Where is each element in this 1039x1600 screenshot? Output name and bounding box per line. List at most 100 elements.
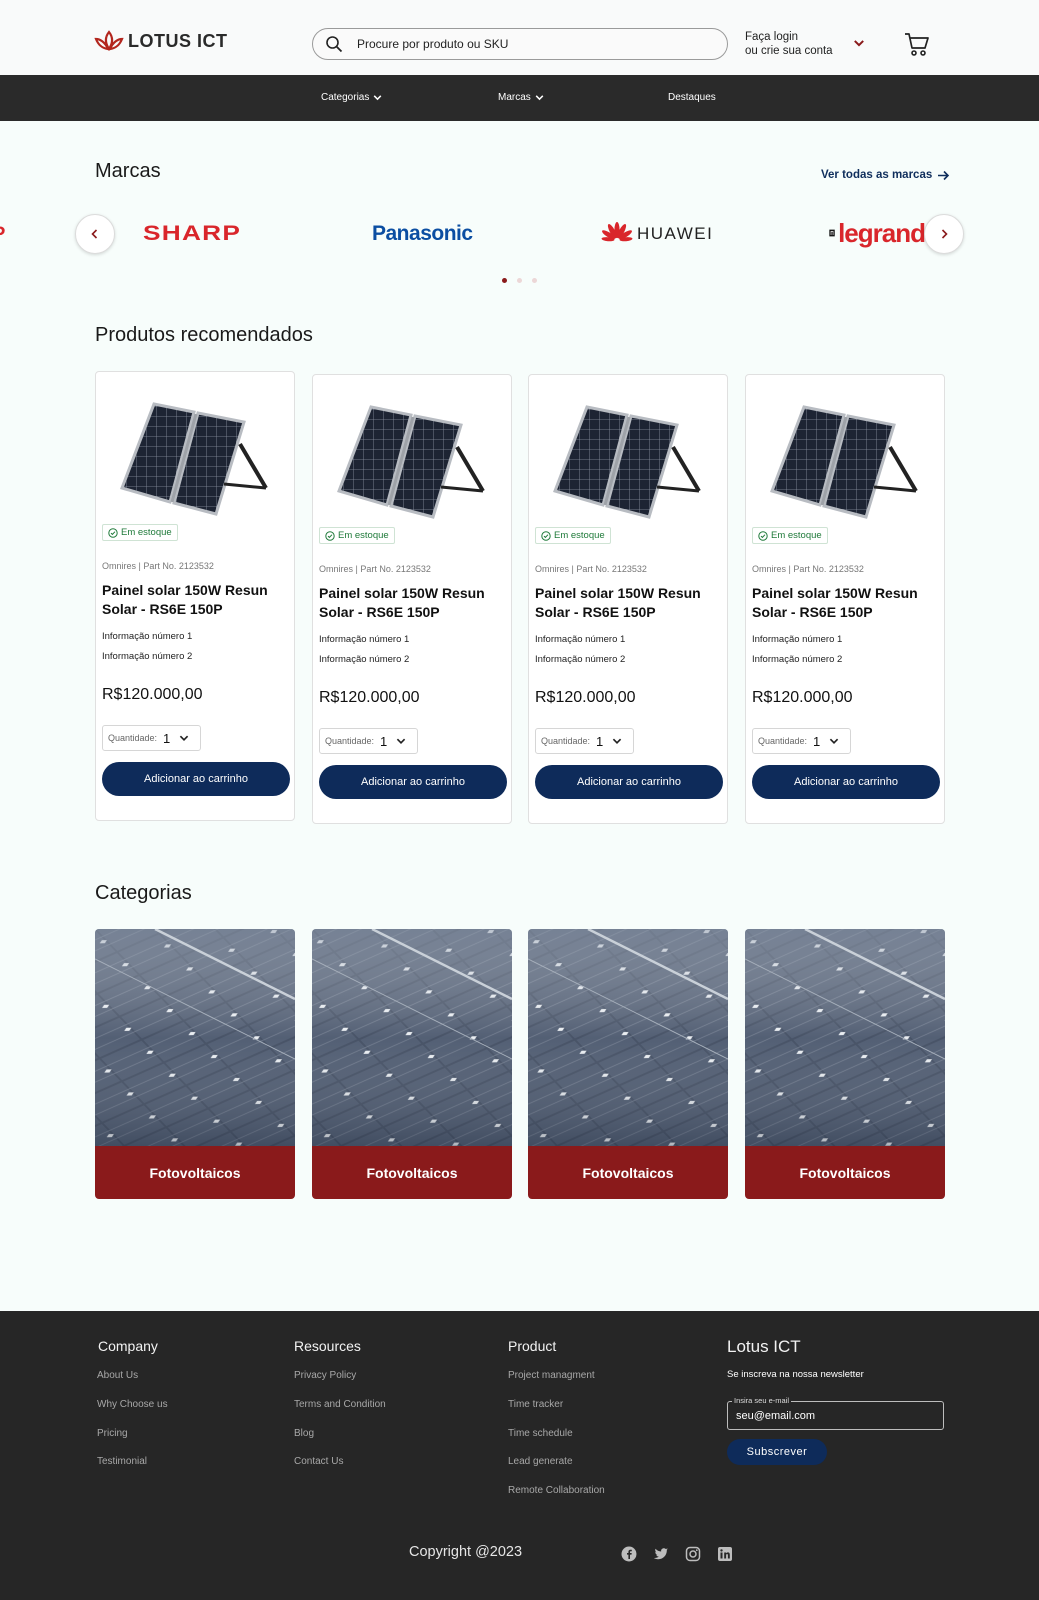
quantity-value: 1 xyxy=(163,730,171,746)
search-input[interactable] xyxy=(357,37,687,51)
add-to-cart-button[interactable]: Adicionar ao carrinho xyxy=(319,765,507,799)
footer-link-why-choose-us[interactable]: Why Choose us xyxy=(97,1399,168,1410)
nav-item-label: Categorias xyxy=(321,92,370,103)
category-image[interactable] xyxy=(312,929,512,1147)
footer-link-remote-collaboration[interactable]: Remote Collaboration xyxy=(508,1485,605,1496)
brand-logo-sharp[interactable]: SHARP xyxy=(143,222,240,246)
category-card[interactable]: Fotovoltaicos xyxy=(312,929,512,1199)
stock-label: Em estoque xyxy=(338,530,389,541)
quantity-value: 1 xyxy=(596,733,604,749)
login-line2: ou crie sua conta xyxy=(745,45,833,57)
nav-item-marcas[interactable]: Marcas xyxy=(498,92,545,103)
quantity-select[interactable]: Quantidade: 1 xyxy=(535,728,634,754)
footer-link-time-tracker[interactable]: Time tracker xyxy=(508,1399,563,1410)
product-image[interactable] xyxy=(766,399,926,529)
stock-label: Em estoque xyxy=(121,527,172,538)
footer-link-contact-us[interactable]: Contact Us xyxy=(294,1456,343,1467)
footer-link-pricing[interactable]: Pricing xyxy=(97,1428,128,1439)
products-title: Produtos recomendados xyxy=(95,324,313,346)
chevron-right-icon xyxy=(941,229,948,239)
categories-title: Categorias xyxy=(95,882,192,904)
twitter-icon[interactable] xyxy=(653,1546,669,1562)
product-card[interactable]: Em estoque Omnires | Part No. 2123532 Pain… xyxy=(95,371,295,821)
nav-item-label: Marcas xyxy=(498,92,531,103)
category-label: Fotovoltaicos xyxy=(745,1146,945,1199)
carousel-dot[interactable] xyxy=(532,278,537,283)
product-name[interactable]: Painel solar 150W Resun Solar - RS6E 150… xyxy=(752,584,940,622)
footer-link-time-schedule[interactable]: Time schedule xyxy=(508,1428,573,1439)
footer-link-testimonial[interactable]: Testimonial xyxy=(97,1456,147,1467)
huawei-flower-icon xyxy=(601,222,633,242)
part-number: Omnires | Part No. 2123532 xyxy=(102,561,214,571)
quantity-value: 1 xyxy=(813,733,821,749)
footer-link-privacy-policy[interactable]: Privacy Policy xyxy=(294,1370,356,1381)
carousel-dot[interactable] xyxy=(517,278,522,283)
category-image[interactable] xyxy=(745,929,945,1147)
quantity-label: Quantidade: xyxy=(541,736,591,746)
arrow-right-icon xyxy=(938,170,950,180)
brand-logo-legrand[interactable]: legrand xyxy=(829,218,925,248)
quantity-select[interactable]: Quantidade: 1 xyxy=(752,728,851,754)
chevron-down-icon xyxy=(828,735,840,747)
email-input[interactable] xyxy=(736,1410,936,1422)
quantity-select[interactable]: Quantidade: 1 xyxy=(319,728,418,754)
carousel-next-button[interactable] xyxy=(924,214,964,254)
login-link[interactable]: Faça login ou crie sua conta xyxy=(745,30,833,58)
footer-link-terms[interactable]: Terms and Condition xyxy=(294,1399,386,1410)
product-image[interactable] xyxy=(549,399,709,529)
see-all-brands-link[interactable]: Ver todas as marcas xyxy=(821,169,950,181)
product-card[interactable]: Em estoque Omnires | Part No. 2123532 Pain… xyxy=(745,374,945,824)
footer-link-lead-generate[interactable]: Lead generate xyxy=(508,1456,573,1467)
copyright-text: Copyright @2023 xyxy=(409,1544,523,1560)
lotus-logo[interactable]: LOTUS ICT xyxy=(94,30,228,52)
brand-logo-panasonic[interactable]: Panasonic xyxy=(372,222,473,246)
brand-logo-partial[interactable]: P xyxy=(0,222,22,246)
stock-badge: Em estoque xyxy=(319,527,395,544)
subscribe-button[interactable]: Subscrever xyxy=(727,1439,827,1465)
quantity-select[interactable]: Quantidade: 1 xyxy=(102,725,201,751)
cart-icon[interactable] xyxy=(903,30,931,58)
product-image[interactable] xyxy=(333,399,493,529)
product-image[interactable] xyxy=(116,396,276,526)
search-icon[interactable] xyxy=(325,35,343,53)
footer-link-about-us[interactable]: About Us xyxy=(97,1370,138,1381)
check-circle-icon xyxy=(541,530,551,541)
footer-link-blog[interactable]: Blog xyxy=(294,1428,314,1439)
carousel-dot-active[interactable] xyxy=(502,278,507,283)
product-card[interactable]: Em estoque Omnires | Part No. 2123532 Pain… xyxy=(312,374,512,824)
nav-item-categorias[interactable]: Categorias xyxy=(321,92,383,103)
see-all-label: Ver todas as marcas xyxy=(821,169,933,181)
part-number: Omnires | Part No. 2123532 xyxy=(752,564,864,574)
product-price: R$120.000,00 xyxy=(102,686,203,703)
footer-link-project-management[interactable]: Project managment xyxy=(508,1370,595,1381)
brand-logo-huawei[interactable]: HUAWEI xyxy=(601,222,713,246)
product-card[interactable]: Em estoque Omnires | Part No. 2123532 Pain… xyxy=(528,374,728,824)
login-line1: Faça login xyxy=(745,31,799,43)
facebook-icon[interactable] xyxy=(621,1546,637,1562)
add-to-cart-button[interactable]: Adicionar ao carrinho xyxy=(535,765,723,799)
category-card[interactable]: Fotovoltaicos xyxy=(528,929,728,1199)
newsletter-email-field[interactable]: Insira seu e-mail xyxy=(727,1396,944,1430)
category-card[interactable]: Fotovoltaicos xyxy=(745,929,945,1199)
instagram-icon[interactable] xyxy=(685,1546,701,1562)
category-card[interactable]: Fotovoltaicos xyxy=(95,929,295,1199)
carousel-prev-button[interactable] xyxy=(75,214,115,254)
sharp-logo-text: SHARP xyxy=(143,222,242,245)
add-to-cart-button[interactable]: Adicionar ao carrinho xyxy=(752,765,940,799)
add-to-cart-button[interactable]: Adicionar ao carrinho xyxy=(102,762,290,796)
search-bar[interactable] xyxy=(312,28,728,60)
product-name[interactable]: Painel solar 150W Resun Solar - RS6E 150… xyxy=(102,581,290,619)
product-name[interactable]: Painel solar 150W Resun Solar - RS6E 150… xyxy=(319,584,507,622)
newsletter-subtitle: Se inscreva na nossa newsletter xyxy=(727,1369,864,1380)
quantity-label: Quantidade: xyxy=(758,736,808,746)
nav-item-destaques[interactable]: Destaques xyxy=(668,92,716,103)
linkedin-icon[interactable] xyxy=(717,1546,733,1562)
main-nav: Categorias Marcas Destaques xyxy=(0,75,1039,121)
category-image[interactable] xyxy=(95,929,295,1147)
category-image[interactable] xyxy=(528,929,728,1147)
footer-company-title: Company xyxy=(98,1338,158,1354)
chevron-down-icon[interactable] xyxy=(852,36,866,50)
legrand-logo-text: legrand xyxy=(838,218,925,248)
product-name[interactable]: Painel solar 150W Resun Solar - RS6E 150… xyxy=(535,584,723,622)
chevron-down-icon xyxy=(534,92,545,103)
